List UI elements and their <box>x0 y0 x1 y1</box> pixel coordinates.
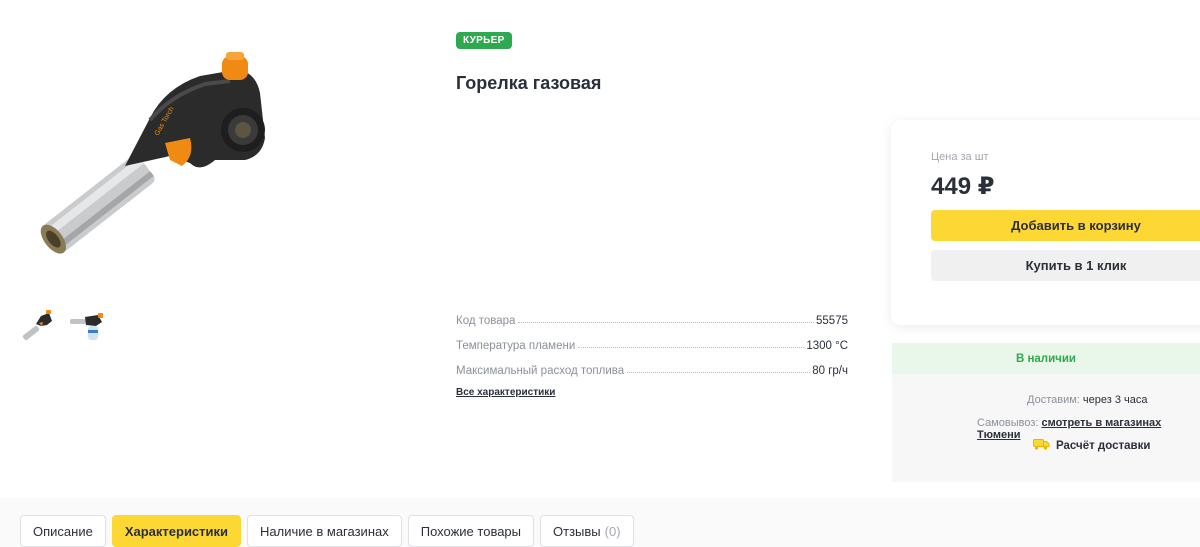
tab-label: Наличие в магазинах <box>260 523 389 539</box>
spec-row: Максимальный расход топлива 80 гр/ч <box>456 352 848 377</box>
price-value: 449 ₽ <box>931 173 995 200</box>
reviews-count: (0) <box>604 523 621 539</box>
gas-torch-thumb-1 <box>22 310 52 341</box>
add-to-cart-button[interactable]: Добавить в корзину <box>931 210 1200 241</box>
spec-divider <box>578 347 805 348</box>
buy-one-click-button[interactable]: Купить в 1 клик <box>931 250 1200 281</box>
tab-characteristics[interactable]: Характеристики <box>111 515 242 547</box>
delivery-value: через 3 часа <box>1082 394 1148 406</box>
tab-label: Похожие товары <box>420 523 522 539</box>
tab-label: Отзывы <box>553 523 601 539</box>
delivery-label: Доставим: <box>1027 394 1080 406</box>
thumbnail-2[interactable] <box>68 306 106 344</box>
tab-similar-products[interactable]: Похожие товары <box>407 515 535 547</box>
specs-list: Код товара 55575 Температура пламени 130… <box>456 302 848 400</box>
tab-store-availability[interactable]: Наличие в магазинах <box>247 515 402 547</box>
delivery-badge: КУРЬЕР <box>456 32 512 49</box>
tab-description[interactable]: Описание <box>20 515 106 547</box>
thumbnail-list <box>18 306 106 344</box>
spec-row: Температура пламени 1300 °С <box>456 327 848 352</box>
truck-icon <box>1033 438 1050 453</box>
tab-label: Описание <box>33 523 93 539</box>
availability-status: В наличии <box>892 343 1200 374</box>
calc-delivery-link[interactable]: Расчёт доставки <box>1033 438 1150 453</box>
gas-torch-thumb-2 <box>70 313 103 340</box>
price-label: Цена за шт <box>931 151 989 163</box>
spec-name: Код товара <box>456 315 516 327</box>
spec-value: 1300 °С <box>806 340 848 352</box>
all-specs-link[interactable]: Все характеристики <box>456 387 555 398</box>
spec-name: Максимальный расход топлива <box>456 365 625 377</box>
spec-divider <box>518 322 815 323</box>
delivery-info: Доставим: через 3 часа <box>1027 394 1148 406</box>
spec-name: Температура пламени <box>456 340 576 352</box>
product-title: Горелка газовая <box>456 73 602 93</box>
pickup-label: Самовывоз: <box>977 417 1039 429</box>
price-card: Цена за шт 449 ₽ Добавить в корзину Купи… <box>891 120 1200 325</box>
tab-reviews[interactable]: Отзывы (0) <box>540 515 634 547</box>
tab-label: Характеристики <box>124 523 229 539</box>
tab-list: Описание Характеристики Наличие в магази… <box>20 515 634 547</box>
gas-torch-image: Gas Torch <box>40 52 265 254</box>
thumbnail-1[interactable] <box>18 306 56 344</box>
calc-delivery-label: Расчёт доставки <box>1056 439 1151 452</box>
spec-value: 80 гр/ч <box>812 365 848 377</box>
spec-divider <box>627 372 811 373</box>
spec-value: 55575 <box>816 315 848 327</box>
spec-row: Код товара 55575 <box>456 302 848 327</box>
product-main-image[interactable]: Gas Torch <box>30 48 275 258</box>
